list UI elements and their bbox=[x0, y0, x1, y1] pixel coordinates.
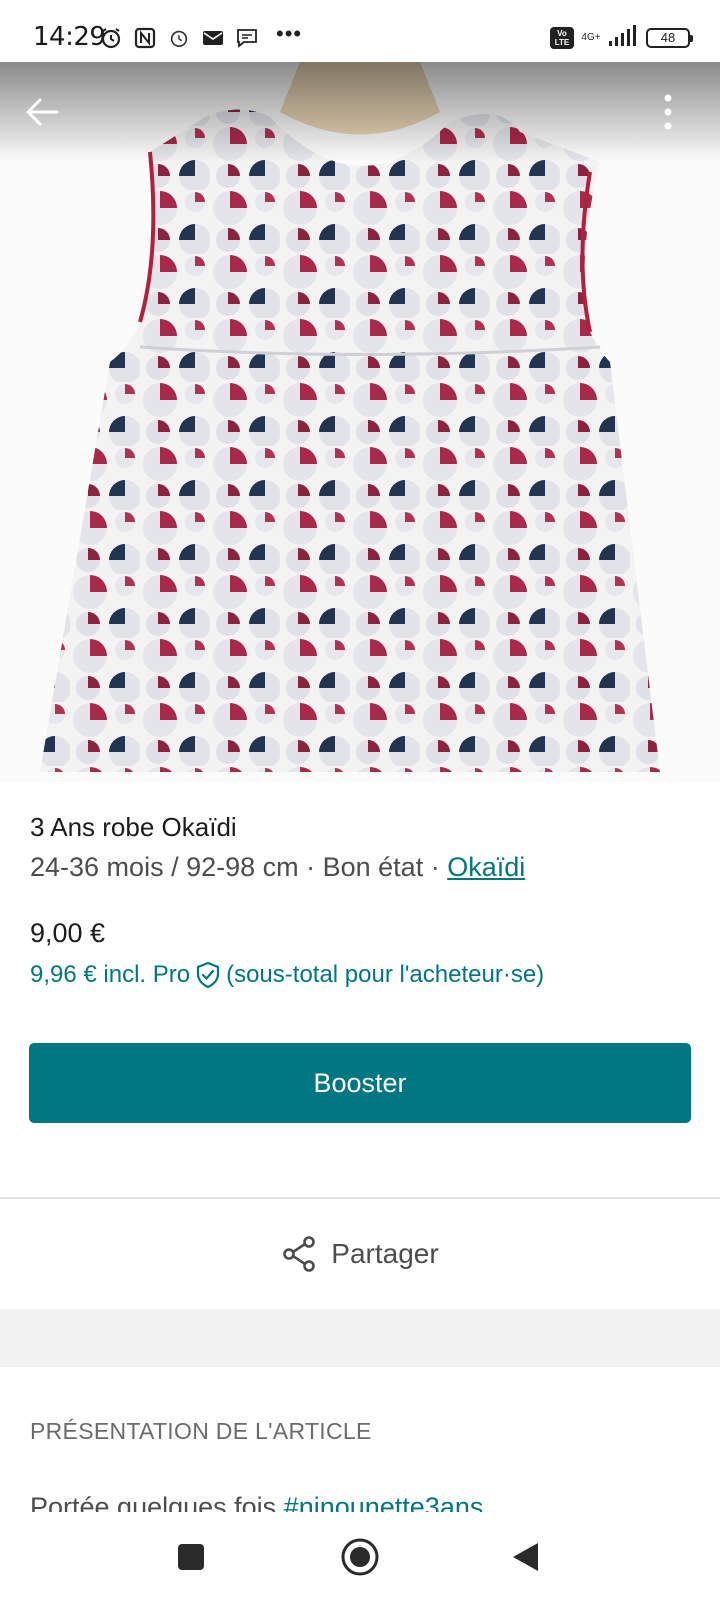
section-title: PRÉSENTATION DE L'ARTICLE bbox=[30, 1418, 372, 1444]
status-bar: 14:29 ••• Vo LTE 4G+ 48 bbox=[0, 0, 720, 62]
buyer-protection-price[interactable]: 9,96 € incl. Pro (sous-total pour l'ache… bbox=[30, 961, 544, 989]
more-vertical-icon bbox=[664, 94, 672, 130]
booster-button[interactable]: Booster bbox=[29, 1043, 691, 1123]
home-button[interactable] bbox=[335, 1532, 385, 1582]
pro-price-note: (sous-total pour l'acheteur·se) bbox=[226, 961, 545, 988]
pro-price-label: 9,96 € incl. Pro bbox=[30, 961, 191, 988]
share-icon bbox=[283, 1236, 316, 1272]
battery-indicator: 48 bbox=[646, 28, 693, 48]
nfc-icon bbox=[132, 25, 158, 51]
dress-image bbox=[0, 62, 720, 782]
share-button[interactable]: Partager bbox=[0, 1199, 720, 1309]
square-icon bbox=[178, 1544, 204, 1570]
recent-apps-button[interactable] bbox=[166, 1532, 216, 1582]
status-time: 14:29 bbox=[33, 22, 106, 52]
separator: · bbox=[423, 852, 448, 882]
system-back-button[interactable] bbox=[500, 1532, 550, 1582]
brand-link[interactable]: Okaïdi bbox=[447, 852, 525, 882]
mail-icon bbox=[200, 25, 226, 51]
section-separator bbox=[0, 1309, 720, 1367]
item-description: Portée quelques fois #ninounette3ans bbox=[30, 1490, 483, 1512]
message-icon bbox=[234, 25, 260, 51]
network-type: 4G+ bbox=[581, 32, 601, 43]
alarm-icon bbox=[98, 25, 124, 51]
volte-top-label: Vo bbox=[557, 29, 567, 38]
more-notifications: ••• bbox=[276, 21, 303, 46]
item-price: 9,00 € bbox=[30, 918, 106, 948]
item-condition: Bon état bbox=[322, 852, 424, 882]
signal-icon bbox=[608, 24, 636, 52]
more-options-button[interactable] bbox=[658, 92, 678, 132]
item-size: 24-36 mois / 92-98 cm bbox=[30, 852, 299, 882]
item-title: 3 Ans robe Okaïdi bbox=[30, 812, 237, 842]
description-text: Portée quelques fois bbox=[30, 1492, 284, 1512]
notification-icons: ••• bbox=[98, 21, 303, 52]
triangle-back-icon bbox=[513, 1543, 538, 1571]
system-navigation-bar bbox=[0, 1512, 720, 1600]
product-photo[interactable] bbox=[0, 62, 720, 782]
circle-icon bbox=[341, 1538, 379, 1576]
alarm-clock-icon bbox=[166, 25, 192, 51]
back-button[interactable] bbox=[22, 92, 62, 132]
volte-icon: Vo LTE bbox=[550, 27, 574, 49]
top-gradient bbox=[0, 62, 720, 162]
volte-bottom-label: LTE bbox=[554, 38, 570, 47]
hashtag-link[interactable]: #ninounette3ans bbox=[284, 1492, 484, 1512]
shield-check-icon bbox=[194, 961, 222, 989]
system-indicators: Vo LTE 4G+ 48 bbox=[550, 24, 693, 52]
arrow-left-icon bbox=[26, 98, 59, 126]
item-attributes: 24-36 mois / 92-98 cm · Bon état · Okaïd… bbox=[30, 852, 525, 883]
separator: · bbox=[298, 852, 323, 882]
share-label: Partager bbox=[331, 1238, 439, 1269]
